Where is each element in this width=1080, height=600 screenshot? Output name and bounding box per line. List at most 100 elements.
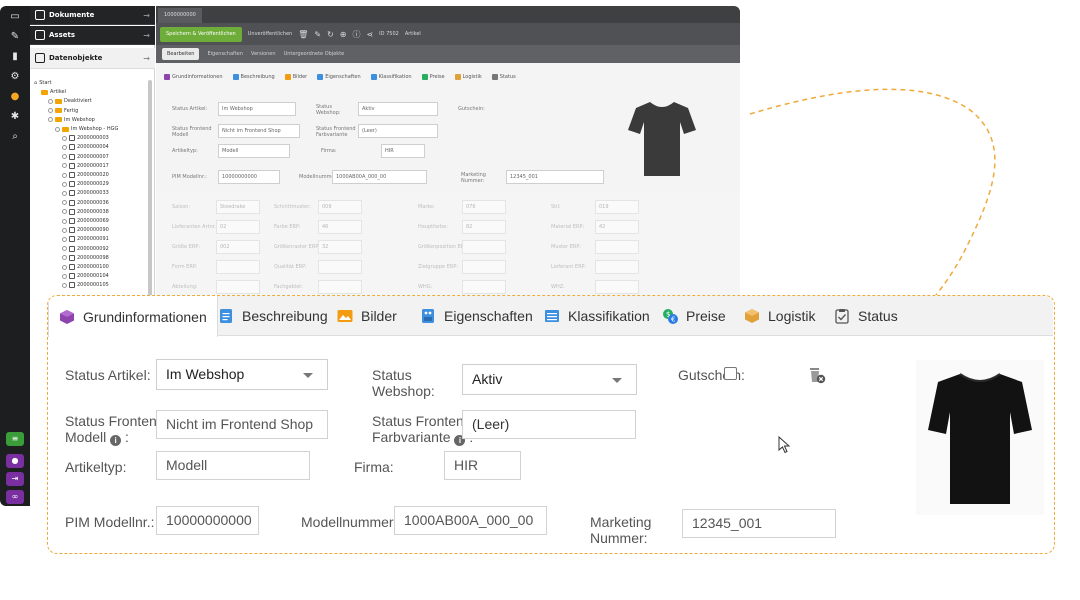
tree-item[interactable]: 2000000036	[62, 199, 109, 207]
remove-value-icon[interactable]	[808, 365, 826, 385]
bg-tab-status[interactable]: Status	[491, 74, 516, 80]
status-artikel-select[interactable]: Im Webshop	[156, 359, 328, 390]
unpublish-button[interactable]: Unveröffentlichen	[248, 31, 292, 37]
accordion-documents[interactable]: Dokumente →	[30, 6, 155, 25]
tree-scrollbar[interactable]	[148, 80, 152, 300]
search-icon[interactable]: ⌕	[7, 130, 23, 144]
expand-icon[interactable]	[55, 126, 60, 132]
tab-grundinformationen[interactable]: Grundinformationen	[48, 296, 218, 337]
expand-icon[interactable]	[62, 163, 67, 169]
tab-status[interactable]: Status	[834, 296, 898, 336]
tree-item[interactable]: Fertig	[48, 107, 78, 115]
subtab-children[interactable]: Untergeordnete Objekte	[284, 51, 345, 57]
expand-icon[interactable]	[62, 200, 67, 206]
accordion-data-objects[interactable]: Datenobjekte →	[30, 48, 155, 69]
bg-tab-logistik[interactable]: Logistik	[454, 74, 482, 80]
notification-icon[interactable]: ≡	[6, 432, 24, 446]
logout-icon[interactable]: ⇥	[6, 472, 24, 486]
file-icon[interactable]: ▭	[7, 10, 23, 24]
tree-item[interactable]: 2000000038	[62, 208, 109, 216]
expand-icon[interactable]	[48, 108, 53, 114]
modellnummer-field[interactable]: 1000AB00A_000_00	[394, 506, 547, 535]
tree-item[interactable]: ⌂ Start	[34, 79, 51, 87]
expand-icon[interactable]	[62, 282, 67, 288]
subtab-properties[interactable]: Eigenschaften	[207, 51, 242, 57]
tree-item[interactable]: 2000000091	[62, 235, 109, 243]
target-icon[interactable]: ⊕	[340, 30, 347, 39]
bg-input[interactable]: (Leer)	[358, 124, 438, 138]
tree-item[interactable]: Im Webshop - HGG	[55, 125, 118, 133]
expand-icon[interactable]	[62, 255, 67, 261]
marketing-field[interactable]: 12345_001	[682, 509, 836, 538]
subtab-edit[interactable]: Bearbeiten	[162, 48, 200, 60]
tree-item[interactable]: 2000000033	[62, 189, 109, 197]
expand-icon[interactable]	[62, 144, 67, 150]
tab-bilder[interactable]: Bilder	[337, 296, 397, 336]
bg-input[interactable]: Nicht im Frontend Shop	[218, 124, 300, 138]
expand-icon[interactable]	[62, 227, 67, 233]
user-icon[interactable]: ●	[6, 454, 24, 468]
bg-input[interactable]: 12345_001	[506, 170, 604, 184]
tree-item[interactable]: 2000000029	[62, 180, 109, 188]
reload-icon[interactable]: ↻	[327, 30, 334, 39]
tab-klassifikation[interactable]: Klassifikation	[544, 296, 650, 336]
pim-field[interactable]: 10000000000	[156, 506, 259, 535]
bg-input[interactable]: 1000AB00A_000_00	[332, 170, 427, 184]
tree-item[interactable]: 2000000100	[62, 263, 109, 271]
edit-icon[interactable]: ✎	[314, 30, 321, 39]
tab-beschreibung[interactable]: Beschreibung	[218, 296, 328, 336]
trash-icon[interactable]: 🗑	[298, 30, 308, 39]
tree-item[interactable]: 2000000098	[62, 254, 109, 262]
bg-input[interactable]: HIR	[381, 144, 425, 158]
status-webshop-select[interactable]: Aktiv	[462, 364, 637, 395]
tree-item[interactable]: 2000000090	[62, 226, 109, 234]
expand-icon[interactable]	[62, 236, 67, 242]
tab-logistik[interactable]: Logistik	[744, 296, 815, 336]
expand-icon[interactable]	[62, 246, 67, 252]
tree-item[interactable]: 2000000069	[62, 217, 109, 225]
bg-tab-preise[interactable]: Preise	[421, 74, 445, 80]
expand-icon[interactable]	[62, 209, 67, 215]
share-icon[interactable]: ⋖	[366, 30, 373, 39]
bg-input[interactable]: Modell	[218, 144, 290, 158]
document-tab[interactable]: 1000000000	[158, 8, 202, 23]
expand-icon[interactable]	[62, 154, 67, 160]
tree-item[interactable]: 2000000020	[62, 171, 109, 179]
frontend-farb-field[interactable]: (Leer)	[462, 410, 636, 439]
bar-chart-icon[interactable]: ▮	[7, 50, 23, 64]
tree-item[interactable]: 2000000007	[62, 153, 109, 161]
tree-item[interactable]: 2000000104	[62, 272, 109, 280]
ecommerce-icon[interactable]: ●	[7, 90, 23, 104]
tree-item[interactable]: Deaktiviert	[48, 97, 92, 105]
gutschein-checkbox[interactable]	[724, 367, 737, 380]
tree-item[interactable]: 2000000017	[62, 162, 109, 170]
tree-item[interactable]: Artikel	[41, 88, 66, 96]
network-icon[interactable]: ✱	[7, 110, 23, 124]
bg-tab-klassifikation[interactable]: Klassifikation	[370, 74, 412, 80]
expand-icon[interactable]	[62, 135, 67, 141]
frontend-modell-field[interactable]: Nicht im Frontend Shop	[156, 410, 328, 439]
tab-preise[interactable]: $ € Preise	[662, 296, 726, 336]
bg-input[interactable]: 10000000000	[218, 170, 280, 184]
bg-tab-beschreibung[interactable]: Beschreibung	[232, 74, 275, 80]
artikeltyp-field[interactable]: Modell	[156, 451, 310, 480]
expand-icon[interactable]	[62, 264, 67, 270]
bg-select[interactable]: Aktiv	[358, 102, 438, 116]
tree-item[interactable]: 2000000003	[62, 134, 109, 142]
expand-icon[interactable]	[48, 98, 53, 104]
expand-icon[interactable]	[62, 273, 67, 279]
tree-item[interactable]: 2000000004	[62, 143, 109, 151]
expand-icon[interactable]	[62, 181, 67, 187]
firma-field[interactable]: HIR	[444, 451, 521, 480]
info-icon[interactable]: ⓘ	[352, 29, 360, 40]
bg-tab-bilder[interactable]: Bilder	[284, 74, 307, 80]
expand-icon[interactable]	[62, 172, 67, 178]
expand-icon[interactable]	[62, 218, 67, 224]
tab-eigenschaften[interactable]: Eigenschaften	[420, 296, 533, 336]
wrench-icon[interactable]: ✎	[7, 30, 23, 44]
gear-icon[interactable]: ⚙	[7, 70, 23, 84]
tree-item[interactable]: Im Webshop	[48, 116, 95, 124]
info-icon[interactable]: i	[110, 435, 122, 446]
bg-tab-eigenschaften[interactable]: Eigenschaften	[317, 74, 361, 80]
tree-item[interactable]: 2000000092	[62, 245, 109, 253]
